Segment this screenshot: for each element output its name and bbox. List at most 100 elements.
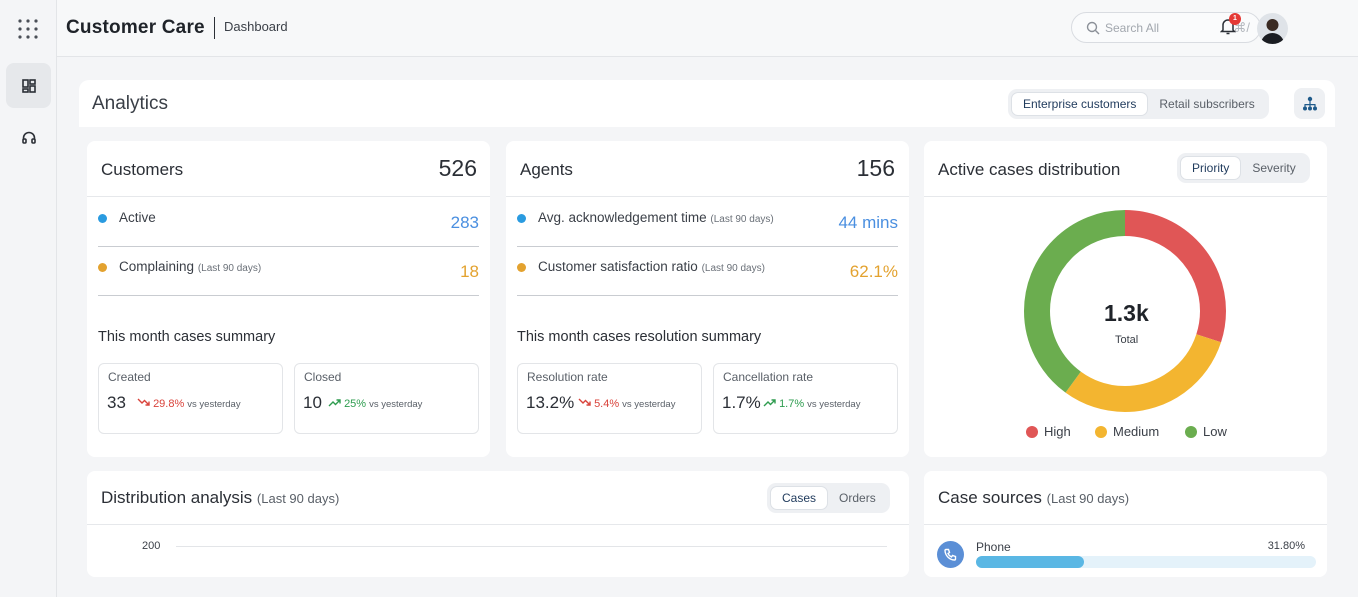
tab-orders[interactable]: Orders xyxy=(828,486,887,510)
breadcrumb[interactable]: Dashboard xyxy=(224,19,288,34)
divider xyxy=(506,196,909,197)
ack-note: (Last 90 days) xyxy=(710,214,774,225)
donut-total-value: 1.3k xyxy=(1104,300,1149,326)
grid-dashboard-icon xyxy=(21,78,36,93)
top-header: Customer Care Dashboard Search All ⌘/ xyxy=(57,0,1358,57)
divider xyxy=(98,246,479,247)
title-divider xyxy=(214,17,215,39)
org-chart-icon xyxy=(1302,96,1317,110)
active-value: 283 xyxy=(450,213,479,232)
complaining-note: (Last 90 days) xyxy=(197,263,262,274)
agents-total: 156 xyxy=(856,155,895,181)
agents-title: Agents xyxy=(520,160,573,179)
complaining-label: Complaining (Last 90 days) xyxy=(119,259,262,274)
tab-retail-subscribers[interactable]: Retail subscribers xyxy=(1148,92,1265,116)
source-phone-value: 31.80% xyxy=(1267,540,1305,552)
source-phone-label: Phone xyxy=(976,540,1011,554)
resolution-rate-delta: 5.4% vs yesterday xyxy=(578,398,675,410)
divider xyxy=(924,196,1327,197)
cancellation-rate-label: Cancellation rate xyxy=(723,370,814,384)
divider xyxy=(87,524,909,525)
legend-high: High xyxy=(1026,424,1071,439)
csat-note: (Last 90 days) xyxy=(701,263,765,274)
complaining-value: 18 xyxy=(460,262,479,281)
agents-card: Agents 156 Avg. acknowledgement time (La… xyxy=(506,141,909,457)
sidebar-item-support[interactable] xyxy=(6,115,51,160)
closed-value: 10 xyxy=(303,393,322,412)
legend-swatch xyxy=(1026,425,1038,438)
closed-delta: 25% vs yesterday xyxy=(328,398,422,410)
priority-severity-toggle: Priority Severity xyxy=(1177,153,1310,183)
divider xyxy=(87,196,490,197)
divider xyxy=(517,246,898,247)
distribution-analysis-card: Distribution analysis (Last 90 days) Cas… xyxy=(87,471,909,577)
created-label: Created xyxy=(108,370,151,384)
legend-swatch xyxy=(1185,425,1197,438)
headset-icon xyxy=(21,131,36,144)
case-sources-title: Case sources (Last 90 days) xyxy=(938,488,1130,507)
analytics-title: Analytics xyxy=(92,93,169,114)
phone-icon xyxy=(937,541,964,568)
divider xyxy=(517,295,898,296)
source-phone-bar xyxy=(976,556,1316,568)
tab-cases[interactable]: Cases xyxy=(770,486,829,510)
csat-value: 62.1% xyxy=(849,262,898,281)
case-sources-note: (Last 90 days) xyxy=(1046,491,1130,506)
divider xyxy=(924,524,1327,525)
active-dot xyxy=(98,214,107,223)
legend-swatch xyxy=(1095,425,1107,438)
resolution-rate-value: 13.2% xyxy=(526,393,575,412)
user-avatar[interactable] xyxy=(1257,13,1288,44)
search-icon xyxy=(1086,21,1100,35)
created-delta: 29.8% vs yesterday xyxy=(137,398,241,410)
customers-card: Customers 526 Active 283 Complaining (La… xyxy=(87,141,490,457)
gridline xyxy=(176,546,887,547)
cancellation-rate-tile: Cancellation rate 1.7% 1.7% vs yesterday xyxy=(713,363,898,434)
cancellation-rate-delta: 1.7% vs yesterday xyxy=(763,398,860,410)
legend-low: Low xyxy=(1185,424,1227,439)
customers-title: Customers xyxy=(101,160,184,179)
trend-down-icon xyxy=(137,398,150,406)
created-tile: Created 33 29.8% vs yesterday xyxy=(98,363,283,434)
ack-value: 44 mins xyxy=(838,213,898,232)
legend-medium: Medium xyxy=(1095,424,1159,439)
cancellation-rate-value: 1.7% xyxy=(722,393,761,412)
tab-priority[interactable]: Priority xyxy=(1180,156,1242,180)
analytics-header: Analytics Enterprise customers Retail su… xyxy=(79,80,1335,127)
resolution-rate-label: Resolution rate xyxy=(527,370,608,384)
ack-dot xyxy=(517,214,526,223)
app-title: Customer Care xyxy=(66,17,205,38)
customers-total: 526 xyxy=(438,155,477,181)
tab-severity[interactable]: Severity xyxy=(1241,156,1306,180)
source-phone-bar-fill xyxy=(976,556,1085,568)
active-cases-distribution-card: Active cases distribution Priority Sever… xyxy=(924,141,1327,457)
closed-label: Closed xyxy=(304,370,342,384)
cases-summary-title: This month cases summary xyxy=(98,329,276,345)
app-launcher-icon[interactable] xyxy=(18,19,38,39)
resolution-rate-tile: Resolution rate 13.2% 5.4% vs yesterday xyxy=(517,363,702,434)
complaining-dot xyxy=(98,263,107,272)
distribution-analysis-note: (Last 90 days) xyxy=(256,491,340,506)
distribution-analysis-title: Distribution analysis (Last 90 days) xyxy=(101,488,340,507)
created-value: 33 xyxy=(107,393,126,412)
closed-tile: Closed 10 25% vs yesterday xyxy=(294,363,479,434)
notification-badge: 1 xyxy=(1229,13,1241,25)
tab-enterprise-customers[interactable]: Enterprise customers xyxy=(1011,92,1149,116)
org-chart-button[interactable] xyxy=(1294,88,1325,119)
resolution-summary-title: This month cases resolution summary xyxy=(517,329,762,345)
divider xyxy=(98,295,479,296)
y-axis-tick: 200 xyxy=(142,540,161,552)
csat-dot xyxy=(517,263,526,272)
search-placeholder: Search All xyxy=(1105,21,1160,35)
donut-total-label: Total xyxy=(1115,334,1139,346)
trend-up-icon xyxy=(763,399,776,407)
csat-label: Customer satisfaction ratio (Last 90 day… xyxy=(538,259,765,274)
active-label: Active xyxy=(119,210,156,225)
cases-orders-toggle: Cases Orders xyxy=(767,483,890,513)
trend-down-icon xyxy=(578,398,591,406)
ack-label: Avg. acknowledgement time (Last 90 days) xyxy=(538,210,774,225)
sidebar-item-dashboard[interactable] xyxy=(6,63,51,108)
customer-type-toggle: Enterprise customers Retail subscribers xyxy=(1008,89,1269,119)
trend-up-icon xyxy=(328,399,341,407)
distribution-title: Active cases distribution xyxy=(938,160,1121,179)
